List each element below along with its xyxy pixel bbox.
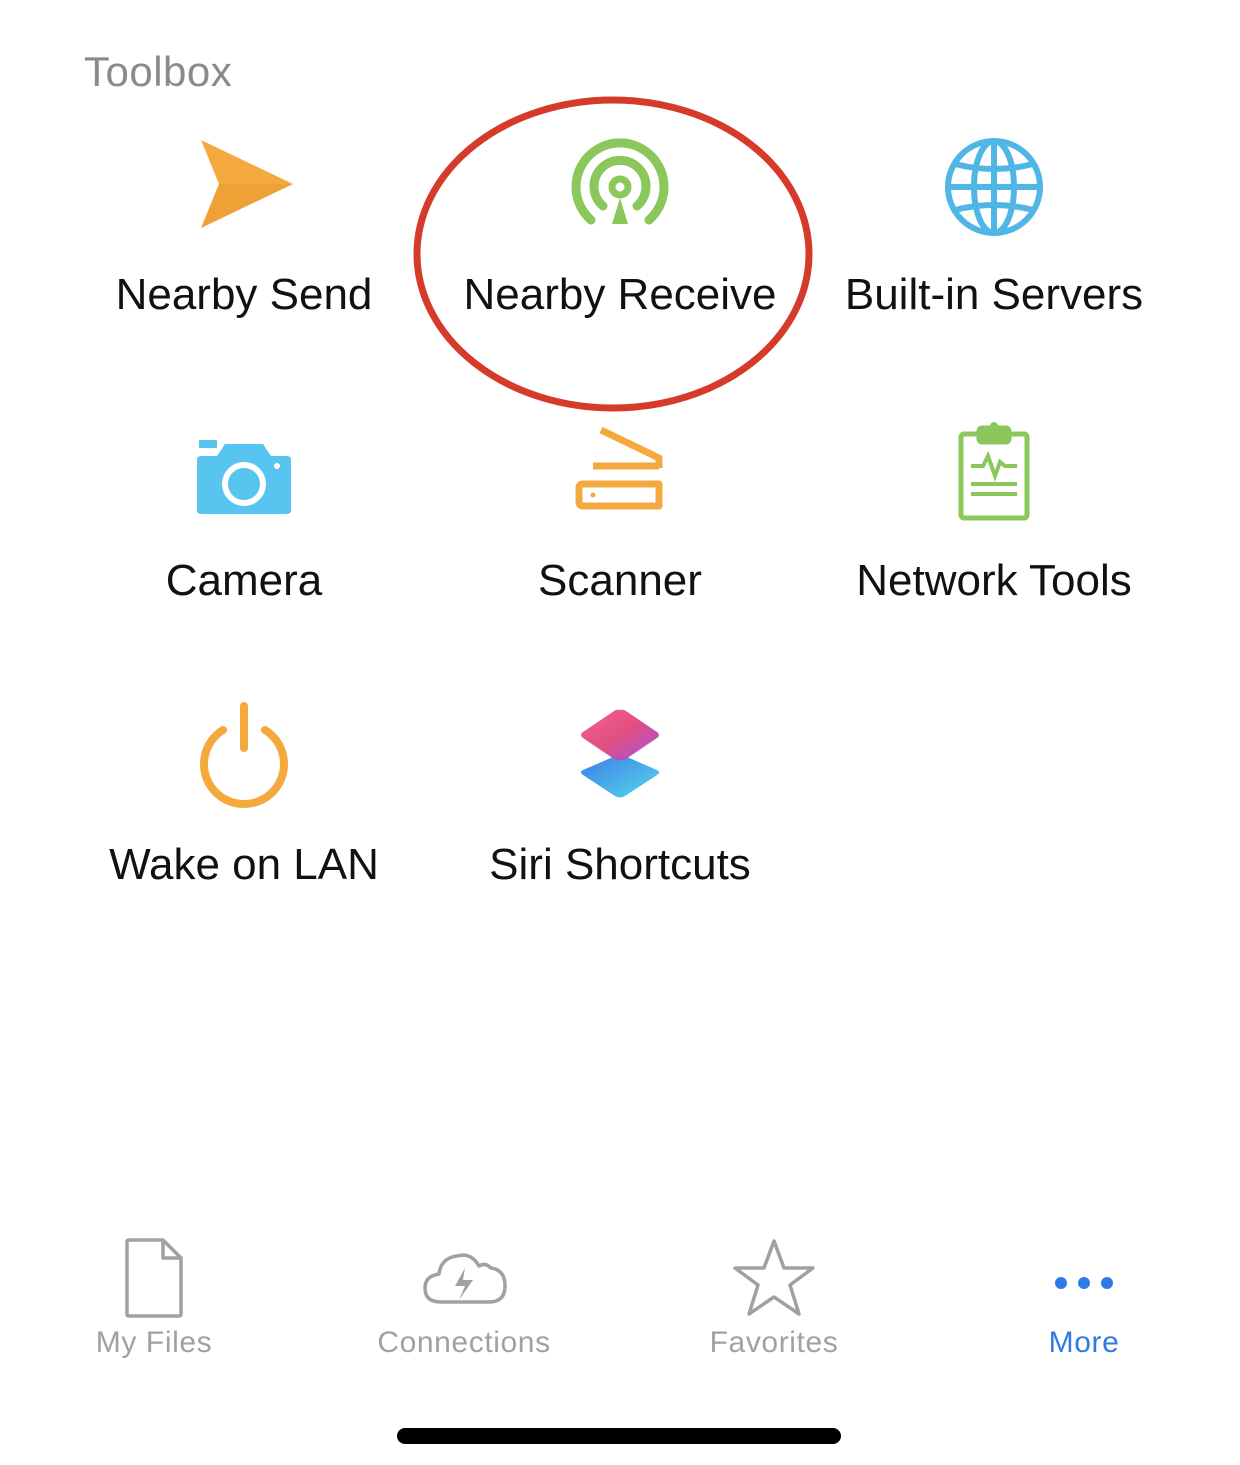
shortcuts-icon (565, 702, 675, 812)
more-dots-icon (1039, 1238, 1129, 1318)
tab-label: More (1048, 1326, 1120, 1359)
cloud-bolt-icon (419, 1238, 509, 1318)
tool-built-in-servers[interactable]: Built-in Servers (804, 132, 1184, 392)
star-icon (729, 1238, 819, 1318)
home-indicator (397, 1428, 841, 1444)
tool-wake-on-lan[interactable]: Wake on LAN (54, 702, 434, 962)
toolbox-title: Toolbox (84, 48, 233, 95)
tab-label: My Files (95, 1326, 213, 1359)
tool-camera[interactable]: Camera (54, 418, 434, 678)
tool-scanner[interactable]: Scanner (430, 418, 810, 678)
clipboard-pulse-icon (939, 418, 1049, 528)
tool-label: Nearby Send (115, 270, 373, 319)
tool-label: Built-in Servers (844, 270, 1144, 319)
tool-network-tools[interactable]: Network Tools (804, 418, 1184, 678)
highlight-annotation-ellipse (413, 96, 813, 412)
file-icon (109, 1238, 199, 1318)
tab-connections[interactable]: Connections (334, 1230, 594, 1370)
tab-label: Connections (377, 1326, 551, 1359)
paper-plane-icon (189, 132, 299, 242)
tab-bar: My Files Connections Favorites More (0, 1230, 1240, 1380)
scanner-icon (565, 418, 675, 528)
tool-label: Siri Shortcuts (489, 840, 751, 889)
tab-more[interactable]: More (954, 1230, 1214, 1370)
tab-favorites[interactable]: Favorites (644, 1230, 904, 1370)
tool-label: Wake on LAN (109, 840, 379, 889)
tab-label: Favorites (709, 1326, 839, 1359)
camera-icon (189, 418, 299, 528)
tool-siri-shortcuts[interactable]: Siri Shortcuts (430, 702, 810, 962)
tool-label: Camera (165, 556, 323, 605)
tool-label: Network Tools (856, 556, 1132, 605)
tab-my-files[interactable]: My Files (24, 1230, 284, 1370)
globe-icon (939, 132, 1049, 242)
tool-label: Scanner (538, 556, 702, 605)
power-icon (189, 702, 299, 812)
tool-nearby-send[interactable]: Nearby Send (54, 132, 434, 392)
